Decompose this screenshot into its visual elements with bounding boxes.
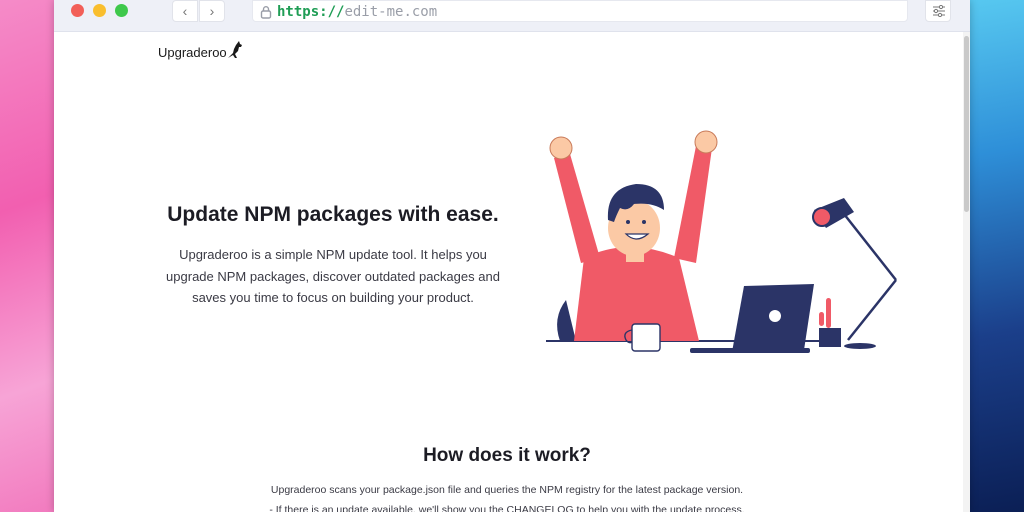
- browser-window: ‹ › https://edit-me.com Upgraderoo Updat…: [54, 0, 970, 512]
- hero-title: Update NPM packages with ease.: [167, 203, 499, 226]
- close-window-button[interactable]: [71, 4, 84, 17]
- site-logo[interactable]: Upgraderoo: [158, 40, 242, 60]
- browser-menu-button[interactable]: [925, 0, 951, 22]
- how-it-works-title: How does it work?: [423, 445, 591, 466]
- address-bar[interactable]: https://edit-me.com: [252, 0, 908, 22]
- desktop-background-left: [0, 0, 54, 512]
- url-host: edit-me.com: [344, 4, 438, 20]
- desktop-background-right: [970, 0, 1024, 512]
- minimize-window-button[interactable]: [93, 4, 106, 17]
- kangaroo-icon: [228, 41, 242, 58]
- chevron-left-icon: ‹: [182, 3, 188, 19]
- back-button[interactable]: ‹: [172, 0, 198, 22]
- how-it-works-text: Upgraderoo scans your package.json file …: [270, 484, 744, 496]
- forward-button[interactable]: ›: [199, 0, 225, 22]
- logo-text: Upgraderoo: [158, 45, 227, 60]
- chevron-right-icon: ›: [209, 3, 215, 19]
- hero-description: Upgraderoo is a simple NPM update tool. …: [166, 247, 500, 305]
- browser-titlebar: ‹ › https://edit-me.com: [54, 0, 970, 32]
- how-it-works-bullet: - If there is an update available, we'll…: [269, 504, 745, 512]
- lock-icon: [260, 6, 272, 19]
- url-scheme: https://: [277, 4, 345, 20]
- sliders-icon: [933, 5, 945, 17]
- maximize-window-button[interactable]: [115, 4, 128, 17]
- page-scrollbar[interactable]: [963, 32, 970, 512]
- scrollbar-thumb[interactable]: [964, 36, 969, 212]
- celebrating-developer-illustration: [546, 130, 897, 353]
